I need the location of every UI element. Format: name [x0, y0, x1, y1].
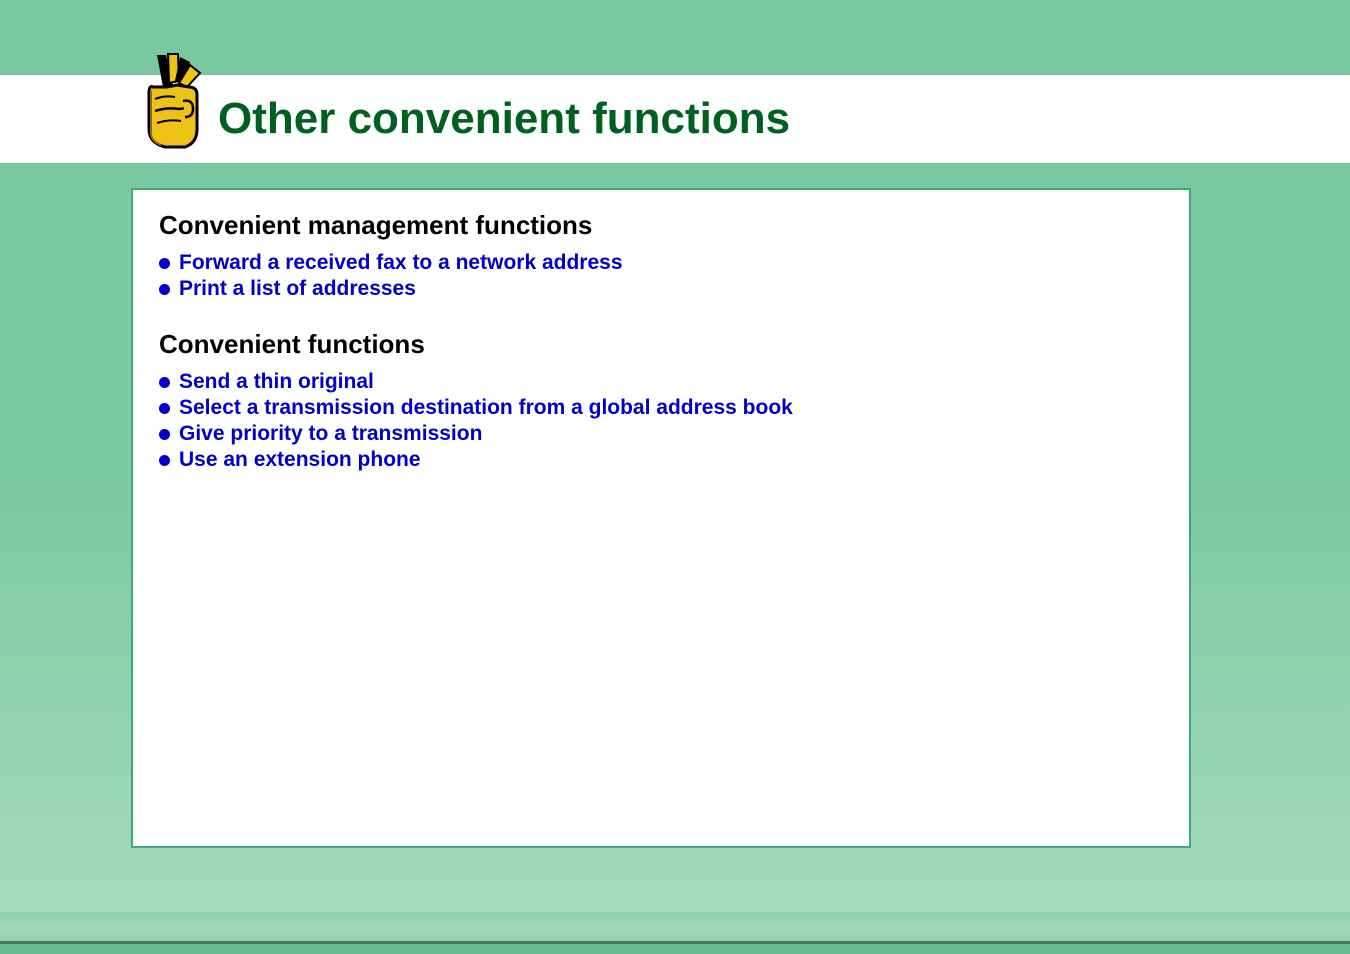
- bullet-icon: [159, 429, 170, 440]
- link-send-thin-original[interactable]: Send a thin original: [179, 370, 374, 394]
- link-list-convenient: Send a thin original Select a transmissi…: [159, 370, 1163, 472]
- section-title-management: Convenient management functions: [159, 210, 1163, 241]
- title-band: Other convenient functions: [0, 75, 1350, 163]
- link-print-addresses[interactable]: Print a list of addresses: [179, 277, 416, 301]
- page-title: Other convenient functions: [0, 94, 790, 144]
- list-item: Print a list of addresses: [159, 277, 1163, 301]
- bottom-strip: [0, 912, 1350, 942]
- bullet-icon: [159, 377, 170, 388]
- link-list-management: Forward a received fax to a network addr…: [159, 251, 1163, 301]
- link-priority-transmission[interactable]: Give priority to a transmission: [179, 422, 482, 446]
- list-item: Give priority to a transmission: [159, 422, 1163, 446]
- bullet-icon: [159, 403, 170, 414]
- link-forward-fax[interactable]: Forward a received fax to a network addr…: [179, 251, 623, 275]
- link-global-address-book[interactable]: Select a transmission destination from a…: [179, 396, 793, 420]
- section-title-convenient: Convenient functions: [159, 329, 1163, 360]
- content-panel: Convenient management functions Forward …: [131, 188, 1191, 848]
- bullet-icon: [159, 455, 170, 466]
- list-item: Select a transmission destination from a…: [159, 396, 1163, 420]
- bullet-icon: [159, 284, 170, 295]
- list-item: Use an extension phone: [159, 448, 1163, 472]
- list-item: Send a thin original: [159, 370, 1163, 394]
- victory-hand-icon: [135, 51, 211, 151]
- bullet-icon: [159, 258, 170, 269]
- list-item: Forward a received fax to a network addr…: [159, 251, 1163, 275]
- link-extension-phone[interactable]: Use an extension phone: [179, 448, 421, 472]
- bottom-dark-line: [0, 941, 1350, 944]
